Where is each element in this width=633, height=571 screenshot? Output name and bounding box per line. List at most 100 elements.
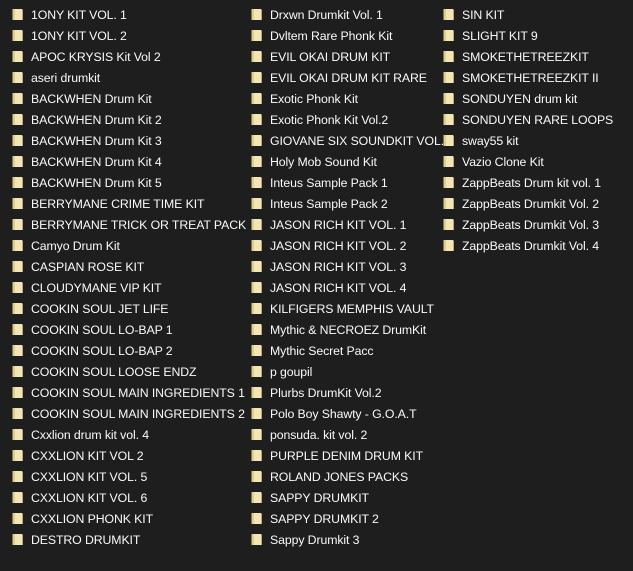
file-list-item[interactable]: Vazio Clone Kit xyxy=(442,151,633,172)
file-list-item[interactable]: Inteus Sample Pack 2 xyxy=(250,193,435,214)
file-list-item[interactable]: COOKIN SOUL MAIN INGREDIENTS 2 xyxy=(11,403,245,424)
folder-icon xyxy=(250,29,263,42)
file-list-item[interactable]: APOC KRYSIS Kit Vol 2 xyxy=(11,46,245,67)
file-list-item[interactable]: Dvltem Rare Phonk Kit xyxy=(250,25,435,46)
file-list-item[interactable]: p goupil xyxy=(250,361,435,382)
file-list-item[interactable]: CASPIAN ROSE KIT xyxy=(11,256,245,277)
file-list-view[interactable]: 1ONY KIT VOL. 1 1ONY KIT VOL. 2 APOC KRYSI… xyxy=(0,0,633,571)
file-name-label: BACKWHEN Drum Kit xyxy=(31,91,152,106)
folder-icon xyxy=(11,176,24,189)
file-name-label: SONDUYEN drum kit xyxy=(462,91,578,106)
file-list-item[interactable]: SAPPY DRUMKIT 2 xyxy=(250,508,435,529)
folder-icon xyxy=(250,92,263,105)
folder-icon xyxy=(442,218,455,231)
file-name-label: CXXLION PHONK KIT xyxy=(31,511,153,526)
file-list-item[interactable]: Sappy Drumkit 3 xyxy=(250,529,435,550)
file-list-item[interactable]: BACKWHEN Drum Kit 3 xyxy=(11,130,245,151)
file-list-item[interactable]: COOKIN SOUL JET LIFE xyxy=(11,298,245,319)
file-name-label: SMOKETHETREEZKIT xyxy=(462,49,589,64)
file-list-item[interactable]: PURPLE DENIM DRUM KIT xyxy=(250,445,435,466)
folder-icon xyxy=(250,407,263,420)
file-list-item[interactable]: BERRYMANE CRIME TIME KIT xyxy=(11,193,245,214)
file-name-label: SAPPY DRUMKIT xyxy=(270,490,369,505)
folder-icon xyxy=(11,92,24,105)
file-list-item[interactable]: SIN KIT xyxy=(442,4,633,25)
file-list-item[interactable]: SMOKETHETREEZKIT II xyxy=(442,67,633,88)
file-name-label: ROLAND JONES PACKS xyxy=(270,469,409,484)
file-list-item[interactable]: ZappBeats Drum kit vol. 1 xyxy=(442,172,633,193)
file-name-label: aseri drumkit xyxy=(31,70,101,85)
file-name-label: SONDUYEN RARE LOOPS xyxy=(462,112,614,127)
folder-icon xyxy=(442,71,455,84)
file-list-item[interactable]: Cxxlion drum kit vol. 4 xyxy=(11,424,245,445)
file-list-item[interactable]: JASON RICH KIT VOL. 2 xyxy=(250,235,435,256)
folder-icon xyxy=(11,491,24,504)
file-list-item[interactable]: ZappBeats Drumkit Vol. 2 xyxy=(442,193,633,214)
folder-icon xyxy=(11,533,24,546)
file-list-item[interactable]: JASON RICH KIT VOL. 1 xyxy=(250,214,435,235)
file-list-item[interactable]: Inteus Sample Pack 1 xyxy=(250,172,435,193)
file-list-item[interactable]: JASON RICH KIT VOL. 3 xyxy=(250,256,435,277)
file-name-label: Exotic Phonk Kit xyxy=(270,91,358,106)
folder-icon xyxy=(250,323,263,336)
file-list-item[interactable]: Plurbs DrumKit Vol.2 xyxy=(250,382,435,403)
folder-icon xyxy=(250,533,263,546)
file-list-item[interactable]: EVIL OKAI DRUM KIT RARE xyxy=(250,67,435,88)
file-list-item[interactable]: 1ONY KIT VOL. 1 xyxy=(11,4,245,25)
file-list-item[interactable]: CXXLION KIT VOL. 5 xyxy=(11,466,245,487)
file-list-item[interactable]: Exotic Phonk Kit Vol.2 xyxy=(250,109,435,130)
file-column-0: 1ONY KIT VOL. 1 1ONY KIT VOL. 2 APOC KRYSI… xyxy=(0,4,246,550)
file-list-item[interactable]: sway55 kit xyxy=(442,130,633,151)
file-list-item[interactable]: ponsuda. kit vol. 2 xyxy=(250,424,435,445)
file-list-item[interactable]: BACKWHEN Drum Kit 5 xyxy=(11,172,245,193)
file-list-item[interactable]: COOKIN SOUL LO-BAP 2 xyxy=(11,340,245,361)
file-list-item[interactable]: BACKWHEN Drum Kit 4 xyxy=(11,151,245,172)
folder-icon xyxy=(250,512,263,525)
file-list-item[interactable]: BACKWHEN Drum Kit xyxy=(11,88,245,109)
file-list-item[interactable]: aseri drumkit xyxy=(11,67,245,88)
file-list-item[interactable]: Camyo Drum Kit xyxy=(11,235,245,256)
folder-icon xyxy=(11,407,24,420)
file-list-item[interactable]: ZappBeats Drumkit Vol. 3 xyxy=(442,214,633,235)
file-list-item[interactable]: COOKIN SOUL LOOSE ENDZ xyxy=(11,361,245,382)
file-list-item[interactable]: GIOVANE SIX SOUNDKIT VOL.1 xyxy=(250,130,451,151)
file-list-item[interactable]: SLIGHT KIT 9 xyxy=(442,25,633,46)
file-list-item[interactable]: BERRYMANE TRICK OR TREAT PACK xyxy=(11,214,246,235)
file-name-label: Inteus Sample Pack 2 xyxy=(270,196,388,211)
folder-icon xyxy=(11,260,24,273)
file-list-item[interactable]: BACKWHEN Drum Kit 2 xyxy=(11,109,245,130)
file-list-item[interactable]: Mythic Secret Pacc xyxy=(250,340,435,361)
file-list-item[interactable]: CLOUDYMANE VIP KIT xyxy=(11,277,245,298)
file-list-item[interactable]: Mythic & NECROEZ DrumKit xyxy=(250,319,435,340)
file-list-item[interactable]: Exotic Phonk Kit xyxy=(250,88,435,109)
file-list-item[interactable]: COOKIN SOUL LO-BAP 1 xyxy=(11,319,245,340)
folder-icon xyxy=(250,218,263,231)
file-list-item[interactable]: ZappBeats Drumkit Vol. 4 xyxy=(442,235,633,256)
folder-icon xyxy=(442,155,455,168)
file-list-item[interactable]: Holy Mob Sound Kit xyxy=(250,151,435,172)
file-list-item[interactable]: COOKIN SOUL MAIN INGREDIENTS 1 xyxy=(11,382,245,403)
file-list-item[interactable]: CXXLION KIT VOL 2 xyxy=(11,445,245,466)
folder-icon xyxy=(11,470,24,483)
file-list-item[interactable]: SONDUYEN drum kit xyxy=(442,88,633,109)
file-name-label: sway55 kit xyxy=(462,133,519,148)
file-list-item[interactable]: CXXLION PHONK KIT xyxy=(11,508,245,529)
file-list-item[interactable]: JASON RICH KIT VOL. 4 xyxy=(250,277,435,298)
folder-icon xyxy=(442,113,455,126)
file-list-item[interactable]: SONDUYEN RARE LOOPS xyxy=(442,109,633,130)
file-list-item[interactable]: 1ONY KIT VOL. 2 xyxy=(11,25,245,46)
file-list-item[interactable]: EVIL OKAI DRUM KIT xyxy=(250,46,435,67)
folder-icon xyxy=(250,71,263,84)
file-list-item[interactable]: ROLAND JONES PACKS xyxy=(250,466,435,487)
file-list-item[interactable]: KILFIGERS MEMPHIS VAULT xyxy=(250,298,435,319)
file-name-label: ZappBeats Drumkit Vol. 3 xyxy=(462,217,600,232)
file-name-label: BACKWHEN Drum Kit 2 xyxy=(31,112,162,127)
file-list-item[interactable]: SMOKETHETREEZKIT xyxy=(442,46,633,67)
file-list-item[interactable]: Drxwn Drumkit Vol. 1 xyxy=(250,4,435,25)
file-list-item[interactable]: CXXLION KIT VOL. 6 xyxy=(11,487,245,508)
file-name-label: JASON RICH KIT VOL. 2 xyxy=(270,238,407,253)
file-list-item[interactable]: SAPPY DRUMKIT xyxy=(250,487,435,508)
file-name-label: GIOVANE SIX SOUNDKIT VOL.1 xyxy=(270,133,451,148)
file-list-item[interactable]: Polo Boy Shawty - G.O.A.T xyxy=(250,403,435,424)
file-list-item[interactable]: DESTRO DRUMKIT xyxy=(11,529,245,550)
